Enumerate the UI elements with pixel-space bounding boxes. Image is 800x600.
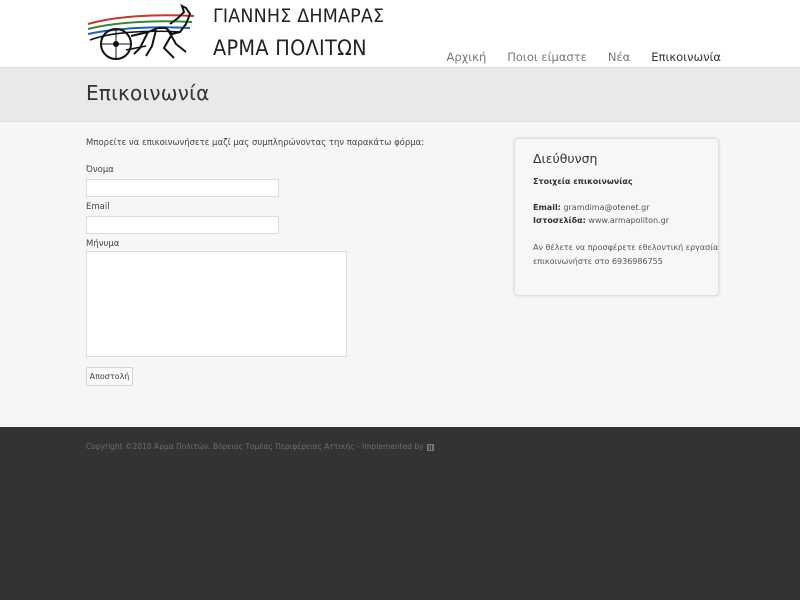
main-content: Μπορείτε να επικοινωνήσετε μαζί μας συμπ… [0, 122, 800, 427]
nav-item-home[interactable]: Αρχική [446, 50, 486, 64]
logo-title-name: ΓΙΑΝΝΗΣ ΔΗΜΑΡΑΣ [213, 5, 385, 27]
address-website-link[interactable]: www.armapoliton.gr [588, 216, 669, 225]
address-email-link[interactable]: gramdima@otenet.gr [563, 203, 649, 212]
site-header: ΓΙΑΝΝΗΣ ΔΗΜΑΡΑΣ ΑΡΜΑ ΠΟΛΙΤΩΝ Αρχική Ποιο… [0, 0, 800, 67]
form-intro-text: Μπορείτε να επικοινωνήσετε μαζί μας συμπ… [86, 138, 425, 148]
address-email-row: Email: gramdima@otenet.gr [533, 203, 650, 212]
email-label: Email [86, 202, 110, 212]
name-label: Όνομα [86, 165, 114, 175]
address-subtitle: Στοιχεία επικοινωνίας [533, 177, 633, 186]
address-box: Διεύθυνση Στοιχεία επικοινωνίας Email: g… [514, 138, 719, 296]
address-website-key: Ιστοσελίδα: [533, 216, 586, 225]
nav-item-news[interactable]: Νέα [608, 50, 630, 64]
logo-title-org: ΑΡΜΑ ΠΟΛΙΤΩΝ [213, 36, 367, 60]
site-logo[interactable]: ΓΙΑΝΝΗΣ ΔΗΜΑΡΑΣ ΑΡΜΑ ΠΟΛΙΤΩΝ [86, 2, 384, 64]
volunteer-text-line1: Αν θέλετε να προσφέρετε εθελοντική εργασ… [533, 243, 719, 252]
message-textarea[interactable] [86, 251, 347, 357]
address-title: Διεύθυνση [533, 151, 598, 166]
address-website-row: Ιστοσελίδα: www.armapoliton.gr [533, 216, 669, 225]
page-title-bar: Επικοινωνία [0, 67, 800, 122]
horse-chariot-icon [87, 4, 195, 60]
nav-item-about[interactable]: Ποιοι είμαστε [507, 50, 587, 64]
email-input[interactable] [86, 216, 279, 234]
volunteer-text-line2: επικοινωνήστε στο 6936986755 [533, 257, 663, 266]
address-email-key: Email: [533, 203, 561, 212]
copyright-text: Copyright ©2010 Άρμα Πολιτών. Βόρειος Το… [86, 442, 424, 451]
site-footer: Copyright ©2010 Άρμα Πολιτών. Βόρειος Το… [0, 427, 800, 600]
implementer-logo-icon[interactable] [426, 443, 434, 451]
message-label: Μήνυμα [86, 239, 120, 249]
submit-button[interactable]: Αποστολή [86, 367, 133, 386]
nav-item-contact[interactable]: Επικοινωνία [651, 50, 721, 64]
footer-copyright: Copyright ©2010 Άρμα Πολιτών. Βόρειος Το… [86, 442, 434, 451]
name-input[interactable] [86, 179, 279, 197]
main-nav: Αρχική Ποιοι είμαστε Νέα Επικοινωνία [425, 50, 721, 64]
page-title: Επικοινωνία [86, 81, 210, 105]
